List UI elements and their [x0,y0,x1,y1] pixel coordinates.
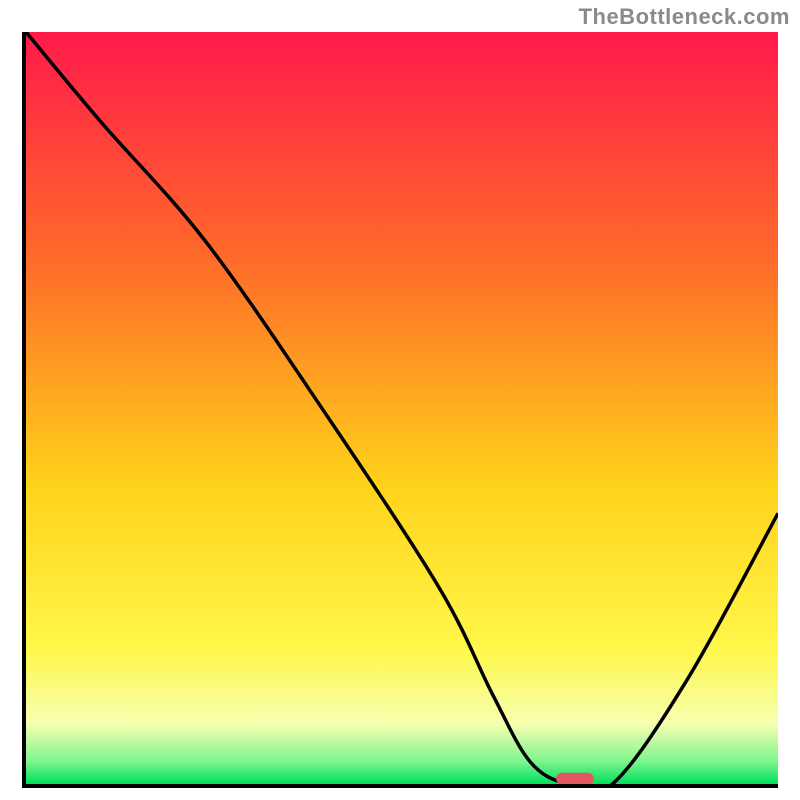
chart-frame: TheBottleneck.com [0,0,800,800]
plot-svg [26,32,778,784]
attribution-text: TheBottleneck.com [579,4,790,30]
plot-area [22,32,778,788]
optimal-marker [556,773,594,784]
gradient-background [26,32,778,784]
